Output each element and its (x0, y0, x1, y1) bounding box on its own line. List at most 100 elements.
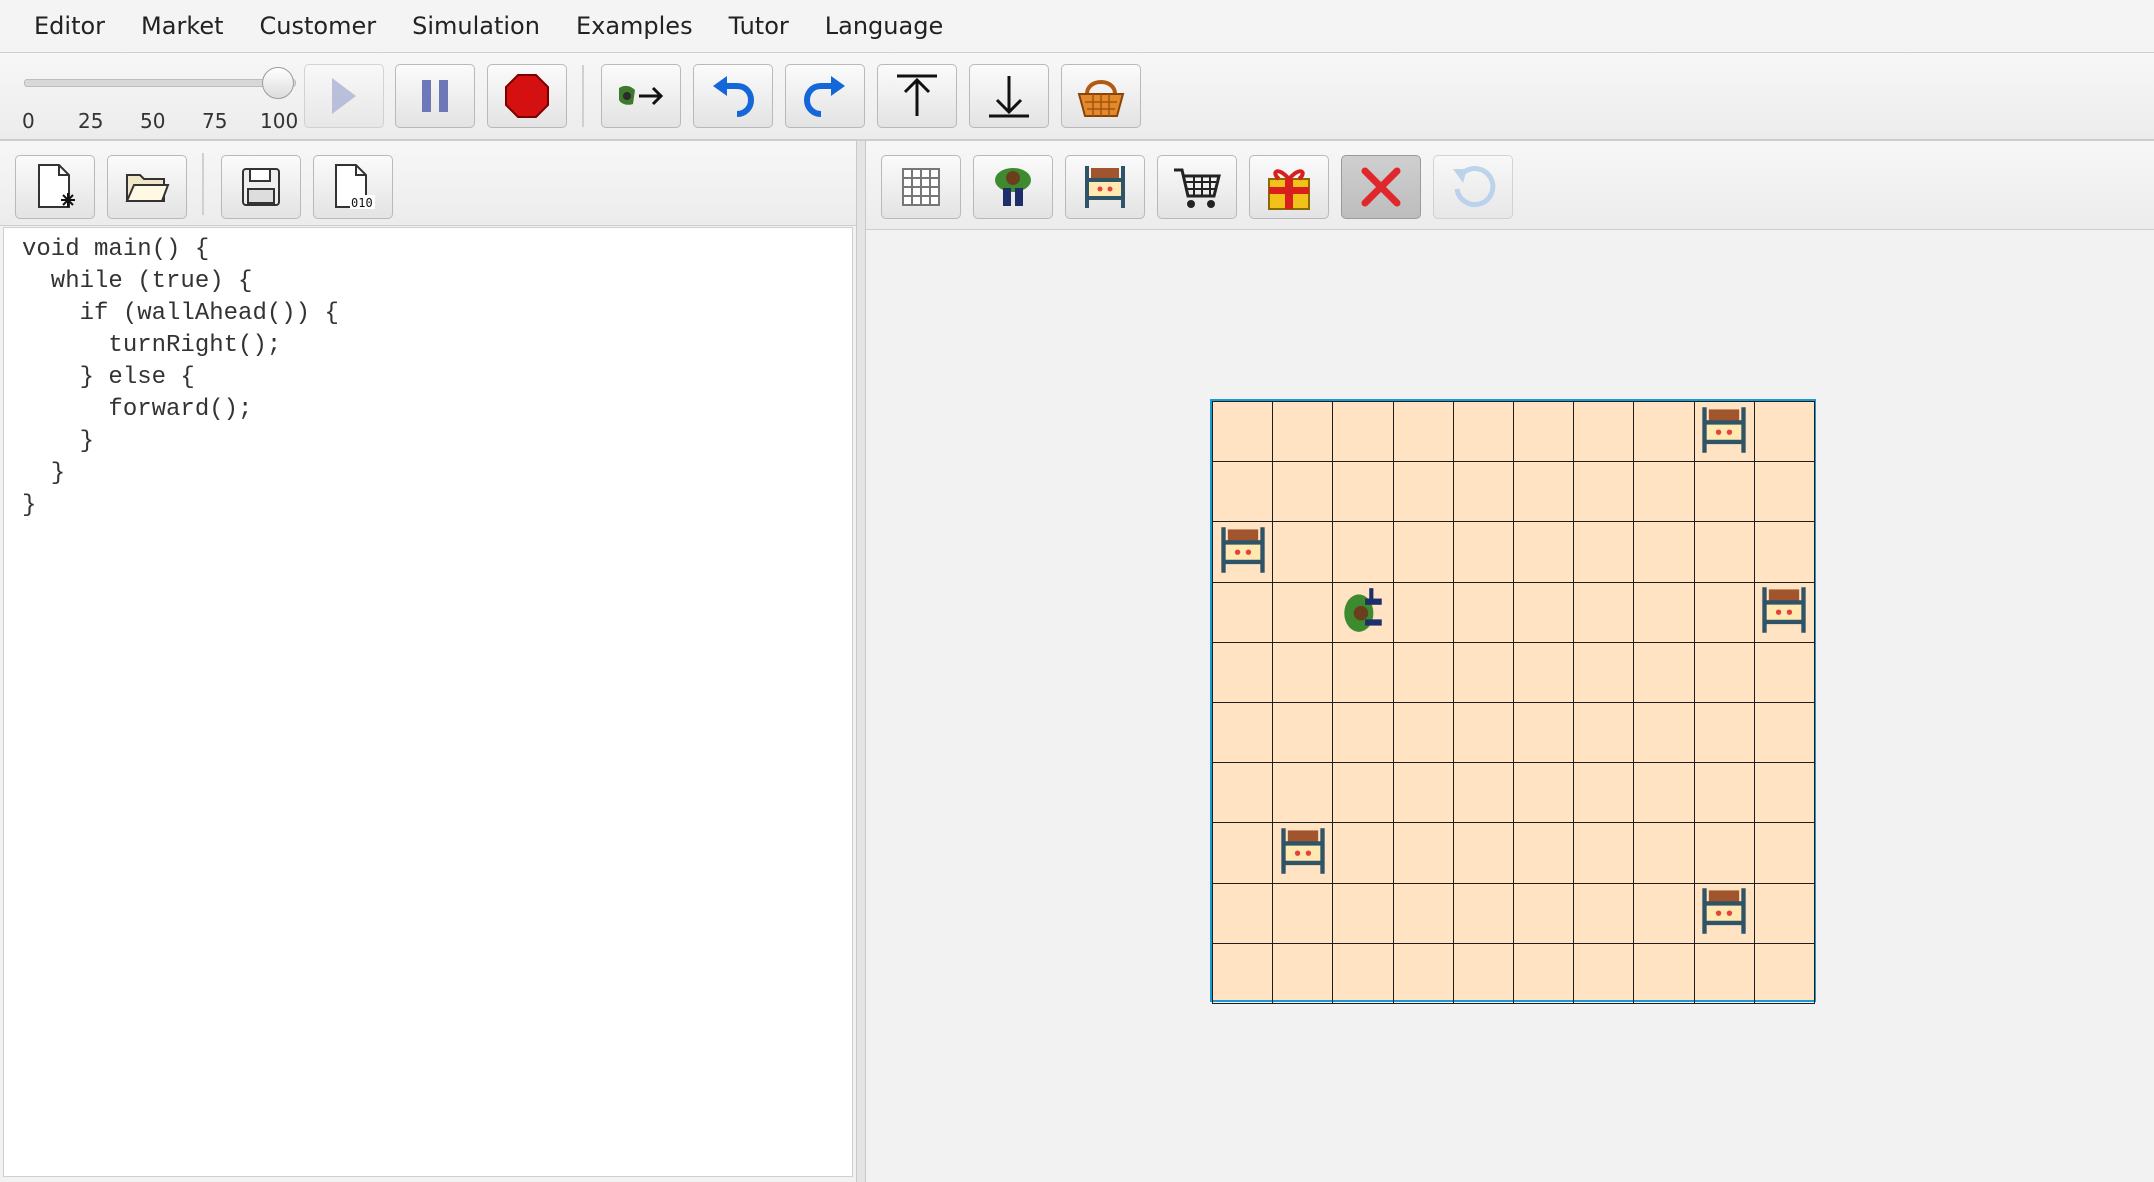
grid-cell[interactable] (1452, 702, 1514, 764)
grid-cell[interactable] (1753, 641, 1815, 703)
grid-cell[interactable] (1392, 461, 1454, 523)
grid-cell[interactable] (1212, 461, 1274, 523)
grid-cell[interactable] (1573, 401, 1635, 463)
grid-cell[interactable] (1693, 702, 1755, 764)
grid-cell[interactable] (1573, 702, 1635, 764)
grid-cell[interactable] (1753, 942, 1815, 1004)
grid-cell[interactable] (1513, 762, 1575, 824)
grid-cell[interactable] (1452, 461, 1514, 523)
menu-examples[interactable]: Examples (558, 0, 711, 52)
upload-button[interactable] (877, 64, 957, 128)
new-file-button[interactable] (15, 155, 95, 219)
grid-cell[interactable] (1753, 461, 1815, 523)
grid-cell[interactable] (1633, 882, 1695, 944)
menu-simulation[interactable]: Simulation (394, 0, 558, 52)
undo-button[interactable] (693, 64, 773, 128)
shelf-tool[interactable] (1065, 155, 1145, 219)
grid-cell[interactable] (1272, 461, 1334, 523)
menu-tutor[interactable]: Tutor (711, 0, 807, 52)
grid-cell[interactable] (1212, 822, 1274, 884)
grid-cell[interactable] (1392, 581, 1454, 643)
grid-cell[interactable] (1392, 401, 1454, 463)
stop-button[interactable] (487, 64, 567, 128)
grid-cell[interactable] (1513, 822, 1575, 884)
grid-cell[interactable] (1212, 401, 1274, 463)
grid-cell[interactable] (1332, 822, 1394, 884)
grid-cell[interactable] (1212, 521, 1274, 583)
grid-cell[interactable] (1693, 762, 1755, 824)
grid-cell[interactable] (1272, 581, 1334, 643)
grid-cell[interactable] (1332, 641, 1394, 703)
grid-cell[interactable] (1573, 641, 1635, 703)
grid-cell[interactable] (1392, 521, 1454, 583)
grid-cell[interactable] (1272, 762, 1334, 824)
grid-cell[interactable] (1633, 702, 1695, 764)
grid-cell[interactable] (1573, 762, 1635, 824)
grid-cell[interactable] (1573, 882, 1635, 944)
market-world-grid[interactable] (1210, 399, 1816, 1004)
basket-button[interactable] (1061, 64, 1141, 128)
grid-cell[interactable] (1332, 521, 1394, 583)
grid-cell[interactable] (1272, 401, 1334, 463)
grid-cell[interactable] (1212, 641, 1274, 703)
grid-cell[interactable] (1513, 882, 1575, 944)
grid-cell[interactable] (1272, 521, 1334, 583)
grid-cell[interactable] (1212, 702, 1274, 764)
grid-cell[interactable] (1633, 461, 1695, 523)
grid-cell[interactable] (1513, 641, 1575, 703)
grid-cell[interactable] (1272, 882, 1334, 944)
grid-cell[interactable] (1633, 942, 1695, 1004)
grid-cell[interactable] (1513, 521, 1575, 583)
grid-cell[interactable] (1633, 581, 1695, 643)
grid-cell[interactable] (1513, 942, 1575, 1004)
step-into-button[interactable] (601, 64, 681, 128)
grid-cell[interactable] (1332, 942, 1394, 1004)
grid-cell[interactable] (1452, 401, 1514, 463)
open-file-button[interactable] (107, 155, 187, 219)
grid-cell[interactable] (1513, 581, 1575, 643)
grid-cell[interactable] (1392, 882, 1454, 944)
grid-cell[interactable] (1693, 942, 1755, 1004)
grid-cell[interactable] (1693, 521, 1755, 583)
grid-cell[interactable] (1392, 702, 1454, 764)
pause-button[interactable] (395, 64, 475, 128)
grid-cell[interactable] (1693, 401, 1755, 463)
grid-cell[interactable] (1573, 822, 1635, 884)
grid-cell[interactable] (1452, 581, 1514, 643)
cart-tool[interactable] (1157, 155, 1237, 219)
download-button[interactable] (969, 64, 1049, 128)
code-editor[interactable]: void main() { while (true) { if (wallAhe… (3, 227, 853, 1177)
grid-cell[interactable] (1332, 401, 1394, 463)
grid-cell[interactable] (1212, 762, 1274, 824)
grid-cell[interactable] (1392, 942, 1454, 1004)
grid-cell[interactable] (1212, 942, 1274, 1004)
grid-cell[interactable] (1452, 641, 1514, 703)
grid-cell[interactable] (1513, 401, 1575, 463)
grid-cell[interactable] (1693, 581, 1755, 643)
grid-cell[interactable] (1753, 581, 1815, 643)
speed-slider[interactable]: 0 25 50 75 100 (20, 65, 300, 135)
grid-cell[interactable] (1272, 641, 1334, 703)
grid-cell[interactable] (1693, 461, 1755, 523)
split-pane-divider[interactable] (856, 141, 866, 1182)
menu-customer[interactable]: Customer (242, 0, 395, 52)
grid-cell[interactable] (1633, 822, 1695, 884)
grid-cell[interactable] (1573, 521, 1635, 583)
reset-tool[interactable] (1433, 155, 1513, 219)
save-button[interactable] (221, 155, 301, 219)
customer-tool[interactable] (973, 155, 1053, 219)
grid-cell[interactable] (1573, 581, 1635, 643)
grid-cell[interactable] (1392, 822, 1454, 884)
grid-cell[interactable] (1693, 641, 1755, 703)
grid-cell[interactable] (1753, 762, 1815, 824)
menu-market[interactable]: Market (123, 0, 242, 52)
grid-cell[interactable] (1753, 401, 1815, 463)
grid-cell[interactable] (1693, 822, 1755, 884)
grid-cell[interactable] (1332, 882, 1394, 944)
grid-cell[interactable] (1392, 762, 1454, 824)
grid-cell[interactable] (1212, 581, 1274, 643)
menu-language[interactable]: Language (807, 0, 961, 52)
grid-cell[interactable] (1633, 762, 1695, 824)
delete-tool[interactable] (1341, 155, 1421, 219)
grid-cell[interactable] (1212, 882, 1274, 944)
